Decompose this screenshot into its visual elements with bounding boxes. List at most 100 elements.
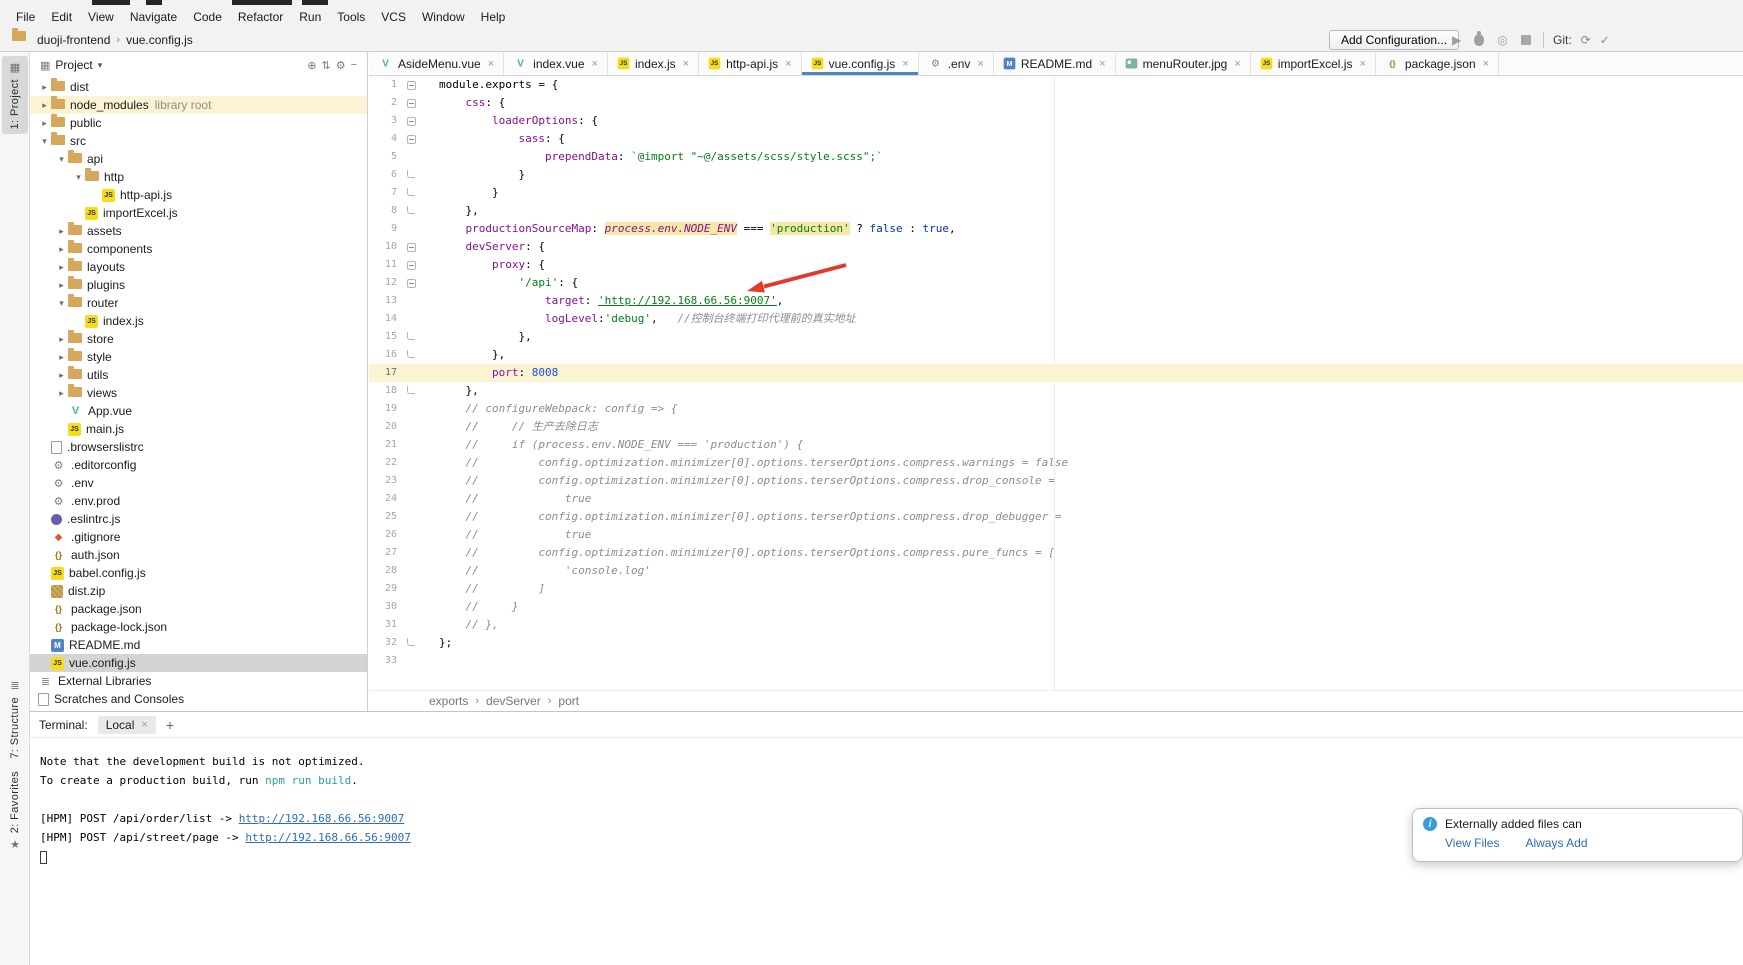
chevron-right-icon[interactable]: ▸ — [38, 82, 51, 93]
menu-item-view[interactable]: View — [80, 6, 122, 28]
close-icon[interactable]: × — [785, 58, 791, 70]
terminal-label[interactable]: Terminal: — [39, 718, 88, 732]
menu-item-run[interactable]: Run — [291, 6, 329, 28]
code-text[interactable]: // config.optimization.minimizer[0].opti… — [423, 544, 1055, 562]
tab-vue-config-js[interactable]: JSvue.config.js× — [802, 52, 919, 75]
expand-collapse-icon[interactable]: ⇅ — [321, 59, 330, 72]
code-editor[interactable]: 1module.exports = {2 css: {3 loaderOptio… — [369, 76, 1743, 690]
tree-item-env-prod[interactable]: ⚙.env.prod — [30, 492, 367, 510]
code-text[interactable]: } — [423, 184, 499, 202]
code-text[interactable]: // }, — [423, 616, 499, 634]
menu-item-window[interactable]: Window — [414, 6, 473, 28]
tree-item-babel-config-js[interactable]: JSbabel.config.js — [30, 564, 367, 582]
tab-readme-md[interactable]: MREADME.md× — [994, 52, 1116, 75]
locate-file-icon[interactable]: ⊕ — [307, 59, 316, 72]
terminal-link[interactable]: http://192.168.66.56:9007 — [245, 831, 411, 844]
code-text[interactable]: // config.optimization.minimizer[0].opti… — [423, 454, 1068, 472]
code-text[interactable]: }, — [423, 382, 479, 400]
tab-env[interactable]: ⚙.env× — [919, 52, 994, 75]
fold-collapse-icon[interactable] — [407, 279, 416, 288]
code-text[interactable] — [423, 652, 439, 670]
breadcrumb-port[interactable]: port — [558, 694, 579, 708]
chevron-right-icon[interactable]: ▸ — [55, 244, 68, 255]
tab-http-api-js[interactable]: JShttp-api.js× — [699, 52, 801, 75]
run-play-icon[interactable]: ▶ — [1452, 34, 1461, 46]
code-text[interactable]: // config.optimization.minimizer[0].opti… — [423, 508, 1062, 526]
code-text[interactable]: // // 生产去除日志 — [423, 418, 598, 436]
code-text[interactable]: // configureWebpack: config => { — [423, 400, 677, 418]
terminal-tab-local[interactable]: Local × — [98, 716, 156, 734]
chevron-right-icon[interactable]: ▸ — [55, 262, 68, 273]
code-text[interactable]: prependData: `@import "~@/assets/scss/st… — [423, 148, 883, 166]
chevron-right-icon[interactable]: ▸ — [55, 226, 68, 237]
chevron-down-icon[interactable]: ▾ — [38, 136, 51, 147]
tree-item-dist[interactable]: ▸dist — [30, 78, 367, 96]
breadcrumb-exports[interactable]: exports — [429, 694, 468, 708]
menu-item-file[interactable]: File — [8, 6, 43, 28]
tree-item-package-lock-json[interactable]: {}package-lock.json — [30, 618, 367, 636]
code-text[interactable]: // if (process.env.NODE_ENV === 'product… — [423, 436, 803, 454]
tree-item-http-api-js[interactable]: JShttp-api.js — [30, 186, 367, 204]
code-text[interactable]: module.exports = { — [423, 76, 558, 94]
tree-item-package-json[interactable]: {}package.json — [30, 600, 367, 618]
tree-item-env[interactable]: ⚙.env — [30, 474, 367, 492]
chevron-right-icon[interactable]: ▸ — [55, 280, 68, 291]
close-icon[interactable]: × — [1234, 58, 1240, 70]
tree-item-index-js[interactable]: JSindex.js — [30, 312, 367, 330]
tree-item-assets[interactable]: ▸assets — [30, 222, 367, 240]
tree-item-router[interactable]: ▾router — [30, 294, 367, 312]
gear-icon[interactable]: ⚙ — [336, 59, 346, 72]
menu-item-tools[interactable]: Tools — [329, 6, 373, 28]
code-text[interactable]: css: { — [423, 94, 505, 112]
tree-item-app-vue[interactable]: VApp.vue — [30, 402, 367, 420]
breadcrumb-file[interactable]: vue.config.js — [126, 33, 193, 47]
chevron-down-icon[interactable]: ▾ — [55, 298, 68, 309]
close-icon[interactable]: × — [1483, 58, 1489, 70]
tree-item-readme-md[interactable]: MREADME.md — [30, 636, 367, 654]
tree-item-plugins[interactable]: ▸plugins — [30, 276, 367, 294]
breadcrumb-project[interactable]: duoji-frontend — [37, 33, 110, 47]
fold-collapse-icon[interactable] — [407, 99, 416, 108]
close-icon[interactable]: × — [141, 719, 147, 731]
tree-item-node-modules[interactable]: ▸node_moduleslibrary root — [30, 96, 367, 114]
notification-action-view-files[interactable]: View Files — [1445, 836, 1499, 850]
tree-item-views[interactable]: ▸views — [30, 384, 367, 402]
close-icon[interactable]: × — [1359, 58, 1365, 70]
code-text[interactable]: }; — [423, 634, 452, 652]
code-text[interactable]: // true — [423, 526, 591, 544]
tree-item-components[interactable]: ▸components — [30, 240, 367, 258]
code-text[interactable]: devServer: { — [423, 238, 545, 256]
tree-item-auth-json[interactable]: {}auth.json — [30, 546, 367, 564]
close-icon[interactable]: × — [977, 58, 983, 70]
menu-item-code[interactable]: Code — [185, 6, 230, 28]
fold-collapse-icon[interactable] — [407, 243, 416, 252]
tree-item-browserslistrc[interactable]: .browserslistrc — [30, 438, 367, 456]
tree-item-style[interactable]: ▸style — [30, 348, 367, 366]
tree-item-external-libraries[interactable]: ≣External Libraries — [30, 672, 367, 690]
chevron-down-icon[interactable]: ▾ — [98, 60, 103, 71]
tree-item-importexcel-js[interactable]: JSimportExcel.js — [30, 204, 367, 222]
breadcrumb-devserver[interactable]: devServer — [486, 694, 541, 708]
tree-item-src[interactable]: ▾src — [30, 132, 367, 150]
close-icon[interactable]: × — [902, 58, 908, 70]
add-configuration-button[interactable]: Add Configuration... — [1329, 30, 1459, 50]
tree-item-gitignore[interactable]: ◆.gitignore — [30, 528, 367, 546]
menu-item-navigate[interactable]: Navigate — [122, 6, 185, 28]
tree-item-http[interactable]: ▾http — [30, 168, 367, 186]
menu-item-edit[interactable]: Edit — [43, 6, 80, 28]
git-commit-icon[interactable]: ✓ — [1600, 34, 1610, 46]
code-text[interactable]: // config.optimization.minimizer[0].opti… — [423, 472, 1055, 490]
tree-item-utils[interactable]: ▸utils — [30, 366, 367, 384]
fold-collapse-icon[interactable] — [407, 261, 416, 270]
tree-item-public[interactable]: ▸public — [30, 114, 367, 132]
tab-index-vue[interactable]: Vindex.vue× — [504, 52, 608, 75]
project-panel-title[interactable]: Project — [55, 58, 92, 72]
close-icon[interactable]: × — [488, 58, 494, 70]
close-icon[interactable]: × — [592, 58, 598, 70]
tree-item-store[interactable]: ▸store — [30, 330, 367, 348]
tab-index-js[interactable]: JSindex.js× — [608, 52, 699, 75]
code-text[interactable]: // ] — [423, 580, 545, 598]
code-text[interactable]: // } — [423, 598, 518, 616]
tree-item-dist-zip[interactable]: dist.zip — [30, 582, 367, 600]
code-text[interactable]: loaderOptions: { — [423, 112, 598, 130]
